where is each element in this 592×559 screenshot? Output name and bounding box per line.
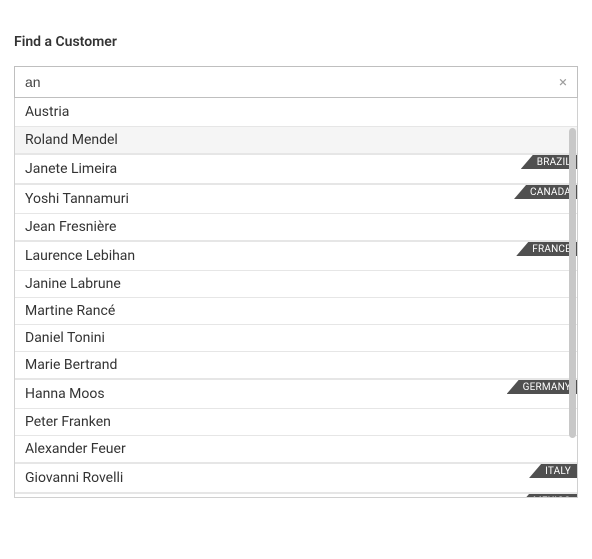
list-item[interactable]: Alexander Feuer — [15, 436, 577, 463]
group-header: Yoshi Tannamuri CANADA — [15, 184, 577, 214]
dropdown-scroll[interactable]: Austria Roland Mendel Janete Limeira BRA… — [15, 98, 577, 497]
group-header: Laurence Lebihan FRANCE — [15, 241, 577, 271]
list-item[interactable]: Daniel Tonini — [15, 325, 577, 352]
list-item[interactable]: Peter Franken — [15, 409, 577, 436]
clear-icon[interactable]: × — [551, 73, 567, 91]
list-item[interactable]: Martine Rancé — [15, 298, 577, 325]
dropdown-panel: Austria Roland Mendel Janete Limeira BRA… — [14, 98, 578, 498]
country-ribbon: GERMANY — [507, 380, 577, 394]
list-item-label: Janete Limeira — [25, 161, 117, 177]
list-item[interactable]: Marie Bertrand — [15, 352, 577, 379]
scrollbar-thumb[interactable] — [569, 128, 576, 438]
group-header-austria: Austria — [15, 98, 577, 127]
field-label: Find a Customer — [14, 34, 578, 50]
list-item-label: Hanna Moos — [25, 386, 105, 402]
group-header: Hanna Moos GERMANY — [15, 379, 577, 409]
list-item-label: Giovanni Rovelli — [25, 470, 123, 486]
list-item[interactable]: Janine Labrune — [15, 271, 577, 298]
search-combobox[interactable]: × — [14, 66, 578, 98]
group-header: MEXICO — [15, 493, 577, 497]
list-item[interactable]: Roland Mendel — [15, 127, 577, 154]
list-item-label: Laurence Lebihan — [25, 248, 135, 264]
scrollbar-track[interactable] — [568, 128, 576, 496]
list-item[interactable]: Jean Fresnière — [15, 214, 577, 241]
search-input[interactable] — [25, 74, 551, 90]
group-header: Janete Limeira BRAZIL — [15, 154, 577, 184]
group-header: Giovanni Rovelli ITALY — [15, 463, 577, 493]
list-item-label: Yoshi Tannamuri — [25, 191, 129, 207]
